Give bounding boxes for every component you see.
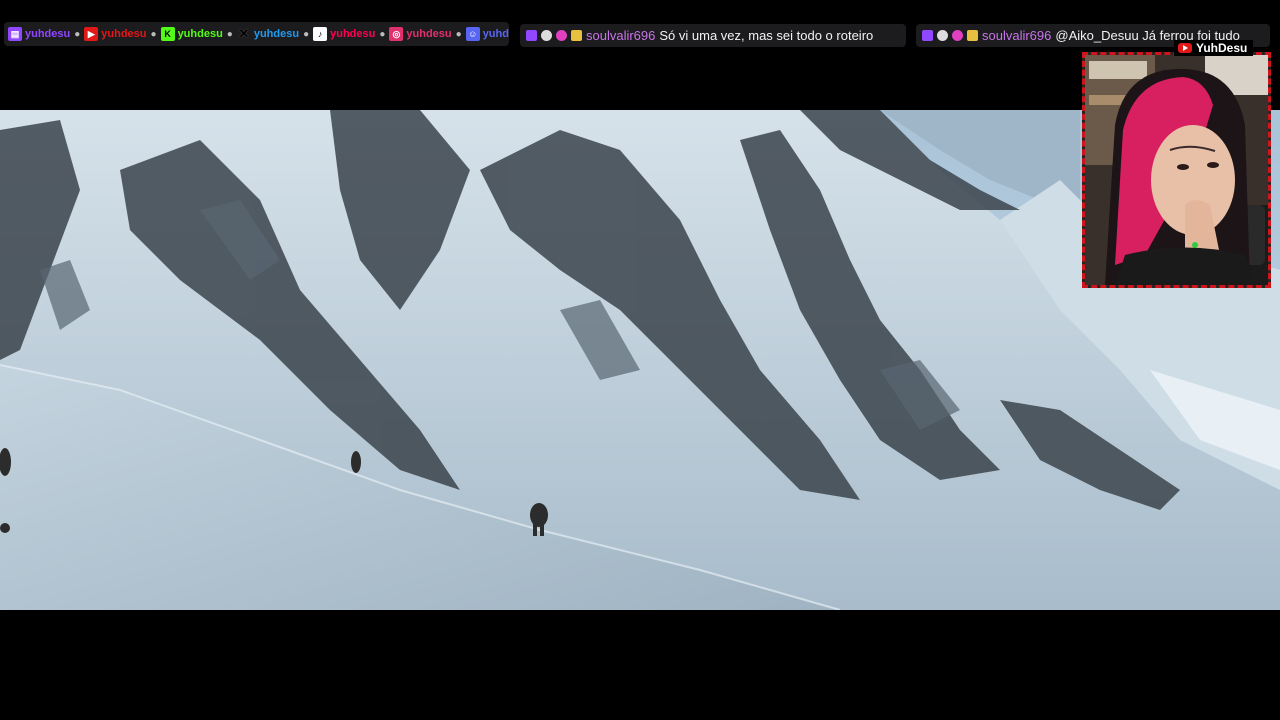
channel-name: YuhDesu: [1196, 41, 1248, 55]
chat-text: Só vi uma vez, mas sei todo o roteiro: [659, 28, 874, 43]
webcam-overlay: [1082, 52, 1271, 288]
kick-icon: K: [160, 27, 175, 41]
social-discord[interactable]: ☺ yuhdesu: [465, 27, 509, 41]
heart-badge-icon: [952, 30, 963, 41]
separator-dot: ●: [379, 28, 386, 40]
social-handle: yuhdesu: [101, 28, 147, 40]
avatar-badge-icon: [541, 30, 552, 41]
youtube-icon: ▶: [84, 27, 99, 41]
chat-username[interactable]: soulvalir696: [982, 28, 1051, 43]
social-handle: yuhdesu: [406, 28, 452, 40]
social-tiktok[interactable]: ♪ yuhdesu: [313, 27, 375, 41]
gift-badge-icon: [967, 30, 978, 41]
twitch-badge-icon: [526, 30, 537, 41]
chat-username[interactable]: soulvalir696: [586, 28, 655, 43]
youtube-icon: [1178, 43, 1192, 53]
streamer-webcam-feed: [1085, 55, 1268, 285]
separator-dot: ●: [226, 28, 233, 40]
social-links-bar: ▤ yuhdesu ● ▶ yuhdesu ● K yuhdesu ● ✕ yu…: [4, 22, 509, 46]
social-handle: yuhdesu: [482, 28, 509, 40]
gift-badge-icon: [571, 30, 582, 41]
social-handle: yuhdesu: [253, 28, 300, 40]
twitch-badge-icon: [922, 30, 933, 41]
separator-dot: ●: [303, 28, 310, 40]
x-icon: ✕: [238, 26, 250, 41]
separator-dot: ●: [455, 28, 462, 40]
webcam-channel-label: YuhDesu: [1174, 40, 1254, 56]
instagram-icon: ◎: [389, 27, 404, 41]
discord-icon: ☺: [465, 27, 480, 41]
social-twitch[interactable]: ▤ yuhdesu: [8, 27, 70, 41]
social-handle: yuhdesu: [330, 28, 376, 40]
chat-message: soulvalir696 Só vi uma vez, mas sei todo…: [520, 24, 906, 47]
social-handle: yuhdesu: [25, 28, 71, 40]
social-kick[interactable]: K yuhdesu: [160, 27, 223, 41]
separator-dot: ●: [74, 28, 81, 40]
avatar-badge-icon: [937, 30, 948, 41]
social-handle: yuhdesu: [177, 28, 223, 40]
tiktok-icon: ♪: [313, 27, 328, 41]
social-instagram[interactable]: ◎ yuhdesu: [389, 27, 452, 41]
social-x[interactable]: ✕ yuhdesu: [237, 26, 300, 41]
twitch-icon: ▤: [8, 27, 22, 41]
social-youtube[interactable]: ▶ yuhdesu: [84, 27, 147, 41]
separator-dot: ●: [150, 28, 157, 40]
heart-badge-icon: [556, 30, 567, 41]
